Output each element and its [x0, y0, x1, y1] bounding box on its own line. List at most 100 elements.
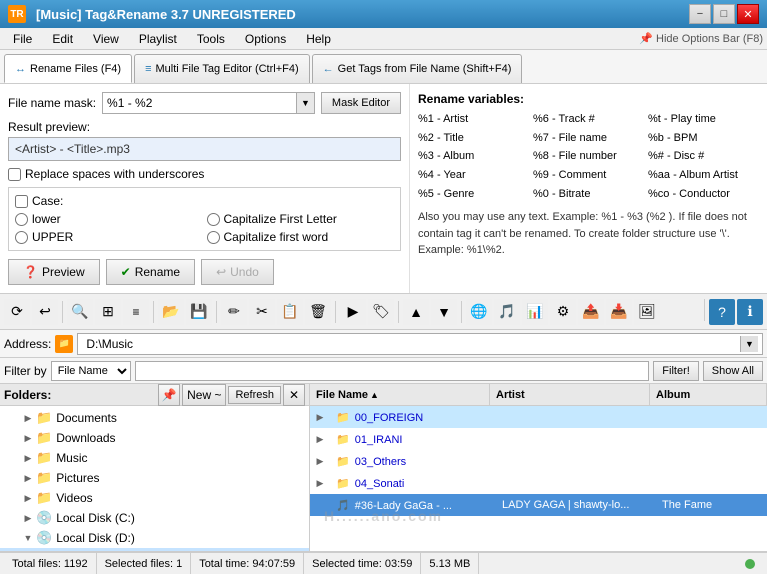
- toolbar-undo-button[interactable]: ↩: [32, 299, 58, 325]
- menu-view[interactable]: View: [84, 29, 128, 49]
- folder-icon-music-d: 📁: [52, 550, 68, 551]
- address-value: D:\Music: [82, 337, 740, 351]
- case-capitalize-word-radio[interactable]: [207, 231, 220, 244]
- toolbar-list-button[interactable]: ≡: [123, 299, 149, 325]
- folders-refresh-button[interactable]: Refresh: [228, 386, 281, 404]
- toolbar-search-button[interactable]: 🔍: [67, 299, 93, 325]
- file-row-foreign[interactable]: ▶ 📁 00_FOREIGN: [310, 406, 767, 428]
- folder-item-pictures[interactable]: ▶ 📁 Pictures: [0, 468, 309, 488]
- folder-item-videos[interactable]: ▶ 📁 Videos: [0, 488, 309, 508]
- folder-item-music-d[interactable]: ▼ 📁 Music: [0, 548, 309, 551]
- expand-icon-local-d: ▼: [22, 532, 34, 544]
- toolbar-tag-button[interactable]: 🏷: [368, 299, 394, 325]
- toolbar-up-button[interactable]: ▲: [403, 299, 429, 325]
- hide-options-bar[interactable]: 📌 Hide Options Bar (F8): [639, 32, 763, 45]
- col-header-artist[interactable]: Artist: [490, 384, 650, 405]
- file-cell-sonati-name: 📁 04_Sonati: [330, 475, 496, 492]
- multi-tab-label: Multi File Tag Editor (Ctrl+F4): [156, 63, 299, 75]
- expand-icon-others: ▶: [310, 456, 330, 467]
- expand-icon-local-c: ▶: [22, 512, 34, 524]
- menu-bar: File Edit View Playlist Tools Options He…: [0, 28, 767, 50]
- preview-button[interactable]: ❓ Preview: [8, 259, 100, 285]
- toolbar-settings-button[interactable]: ⚙: [550, 299, 576, 325]
- filter-button[interactable]: Filter!: [653, 361, 699, 381]
- file-row-others[interactable]: ▶ 📁 03_Others: [310, 450, 767, 472]
- var-b: %b - BPM: [648, 129, 759, 148]
- toolbar-down-button[interactable]: ▼: [431, 299, 457, 325]
- case-lower-radio[interactable]: [15, 213, 28, 226]
- replace-spaces-row: Replace spaces with underscores: [8, 167, 401, 181]
- toolbar-globe-button[interactable]: 🌐: [466, 299, 492, 325]
- file-row-irani[interactable]: ▶ 📁 01_IRANI: [310, 428, 767, 450]
- toolbar-chart-button[interactable]: 📊: [522, 299, 548, 325]
- toolbar-delete-button[interactable]: 🗑: [305, 299, 331, 325]
- toolbar-grid-button[interactable]: ⊞: [95, 299, 121, 325]
- toolbar-export-button[interactable]: 📤: [578, 299, 604, 325]
- show-all-button[interactable]: Show All: [703, 361, 763, 381]
- file-row-gaga[interactable]: 🎵 #36-Lady GaGa - ... LADY GAGA | shawty…: [310, 494, 767, 516]
- toolbar-info-button[interactable]: ℹ: [737, 299, 763, 325]
- col-header-filename[interactable]: File Name ▲: [310, 384, 490, 405]
- toolbar-scissors-button[interactable]: ✂: [249, 299, 275, 325]
- folder-item-local-d[interactable]: ▼ 💿 Local Disk (D:): [0, 528, 309, 548]
- toolbar-back-button[interactable]: ⟳: [4, 299, 30, 325]
- folder-icon-irani: 📁: [336, 434, 350, 446]
- selected-time-value: 03:59: [385, 558, 413, 570]
- case-upper-radio[interactable]: [15, 231, 28, 244]
- folders-pin-button[interactable]: 📌: [158, 384, 180, 406]
- replace-spaces-label: Replace spaces with underscores: [25, 167, 204, 181]
- case-checkbox[interactable]: [15, 195, 28, 208]
- var-hash: %# - Disc #: [648, 147, 759, 166]
- case-capitalize-first-radio[interactable]: [207, 213, 220, 226]
- preview-label: Preview: [42, 265, 85, 279]
- folders-close-button[interactable]: ✕: [283, 384, 305, 406]
- address-input[interactable]: D:\Music ▼: [77, 333, 763, 355]
- rename-tab-label: Rename Files (F4): [30, 63, 121, 75]
- filter-text-input[interactable]: [135, 361, 650, 381]
- toolbar-save-button[interactable]: 💾: [186, 299, 212, 325]
- folders-nav-button[interactable]: New ~: [182, 384, 226, 406]
- col-header-album[interactable]: Album: [650, 384, 767, 405]
- toolbar-add-button[interactable]: ✏: [221, 299, 247, 325]
- mask-editor-button[interactable]: Mask Editor: [321, 92, 401, 114]
- toolbar-help-button[interactable]: ?: [709, 299, 735, 325]
- toolbar-copy-button[interactable]: 📋: [277, 299, 303, 325]
- folder-icon-videos: 📁: [36, 490, 52, 506]
- case-upper-label: UPPER: [32, 230, 73, 244]
- toolbar-play-button[interactable]: ▶: [340, 299, 366, 325]
- file-name-mask-input-wrapper: %1 - %2 ▼: [102, 92, 315, 114]
- toolbar-image-button[interactable]: 🖼: [634, 299, 660, 325]
- filter-type-select[interactable]: File Name: [51, 361, 131, 381]
- menu-tools[interactable]: Tools: [188, 29, 234, 49]
- menu-playlist[interactable]: Playlist: [130, 29, 186, 49]
- maximize-button[interactable]: □: [713, 4, 735, 24]
- file-name-mask-dropdown[interactable]: ▼: [296, 93, 314, 113]
- menu-options[interactable]: Options: [236, 29, 295, 49]
- undo-button[interactable]: ↩ Undo: [201, 259, 274, 285]
- menu-file[interactable]: File: [4, 29, 41, 49]
- tab-rename-files[interactable]: ↔ Rename Files (F4): [4, 54, 132, 83]
- folder-item-local-c[interactable]: ▶ 💿 Local Disk (C:): [0, 508, 309, 528]
- tab-multi-file-editor[interactable]: ≡ Multi File Tag Editor (Ctrl+F4): [134, 54, 310, 83]
- col-artist-label: Artist: [496, 389, 525, 401]
- toolbar-import-button[interactable]: 📥: [606, 299, 632, 325]
- folder-item-documents[interactable]: ▶ 📁 Documents: [0, 408, 309, 428]
- replace-spaces-checkbox[interactable]: [8, 168, 21, 181]
- minimize-button[interactable]: −: [689, 4, 711, 24]
- address-dropdown-arrow[interactable]: ▼: [740, 336, 758, 352]
- var-1: %1 - Artist: [418, 110, 529, 129]
- menu-help[interactable]: Help: [297, 29, 340, 49]
- folder-item-downloads[interactable]: ▶ 📁 Downloads: [0, 428, 309, 448]
- toolbar-folder-open-button[interactable]: 📂: [158, 299, 184, 325]
- file-name-mask-row: File name mask: %1 - %2 ▼ Mask Editor: [8, 92, 401, 114]
- close-button[interactable]: ✕: [737, 4, 759, 24]
- file-row-sonati[interactable]: ▶ 📁 04_Sonati: [310, 472, 767, 494]
- folder-item-music[interactable]: ▶ 📁 Music: [0, 448, 309, 468]
- toolbar-music-button[interactable]: 🎵: [494, 299, 520, 325]
- rename-button[interactable]: ✔ Rename: [106, 259, 195, 285]
- menu-edit[interactable]: Edit: [43, 29, 82, 49]
- sort-asc-icon: ▲: [370, 390, 379, 400]
- tab-get-tags[interactable]: ← Get Tags from File Name (Shift+F4): [312, 54, 523, 83]
- app-icon: TR: [8, 5, 26, 23]
- total-files-label: Total files:: [12, 558, 61, 570]
